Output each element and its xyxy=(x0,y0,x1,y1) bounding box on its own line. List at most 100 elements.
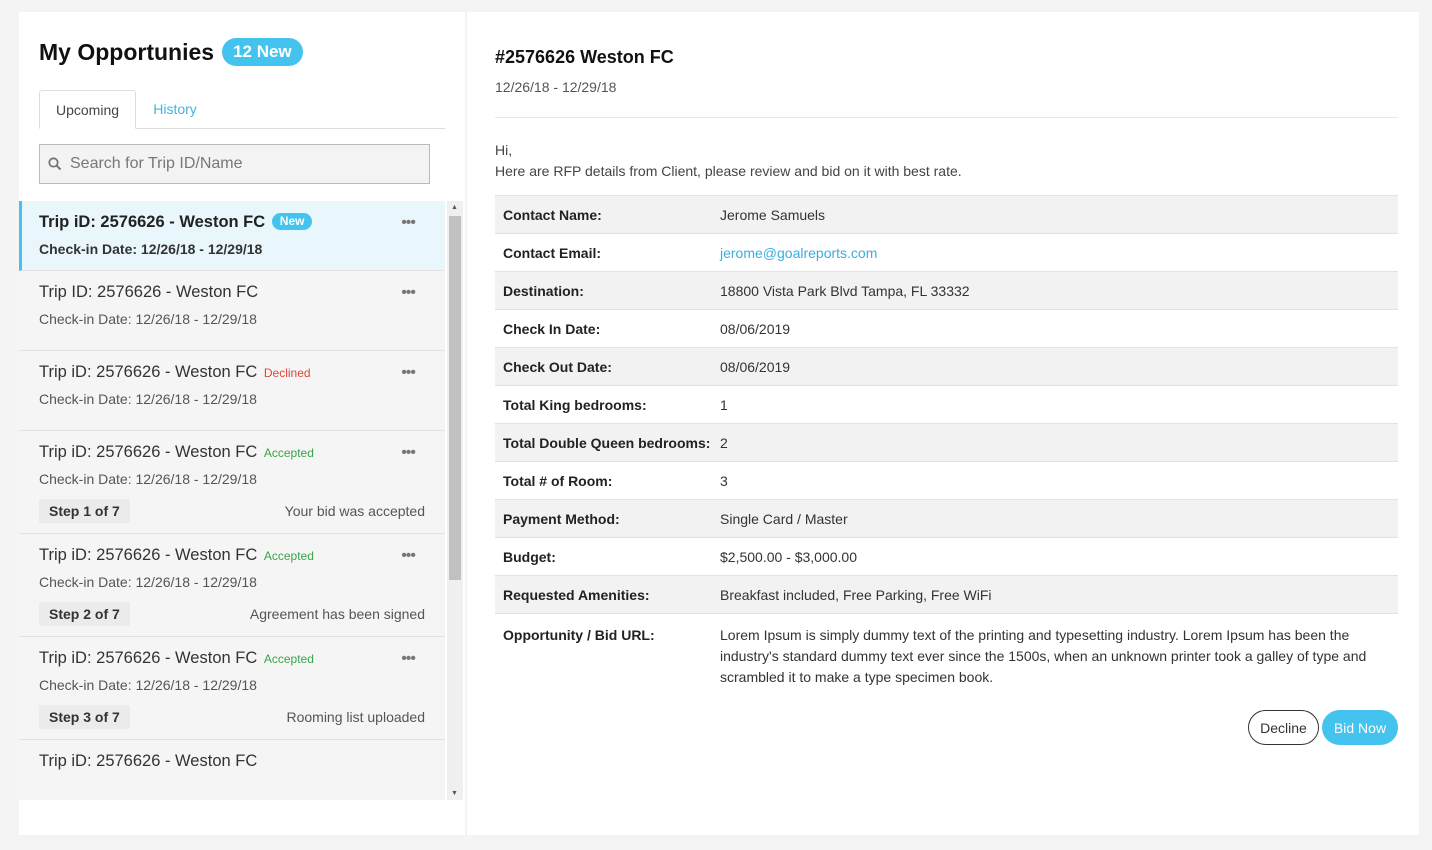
detail-dates: 12/26/18 - 12/29/18 xyxy=(495,79,617,95)
detail-value: 3 xyxy=(720,472,728,489)
detail-value: 2 xyxy=(720,434,728,451)
trip-list-item[interactable]: Trip iD: 2576626 - Weston FC Accepted Ch… xyxy=(19,431,445,534)
detail-row: Total # of Room: 3 xyxy=(495,461,1398,500)
contact-email-link[interactable]: jerome@goalreports.com xyxy=(720,245,877,261)
detail-row: Destination: 18800 Vista Park Blvd Tampa,… xyxy=(495,271,1398,310)
detail-row: Budget: $2,500.00 - $3,000.00 xyxy=(495,537,1398,576)
detail-key: Budget: xyxy=(503,548,556,565)
trip-list-item[interactable]: Trip iD: 2576626 - Weston FC xyxy=(19,740,445,800)
decline-button[interactable]: Decline xyxy=(1248,710,1319,745)
trip-list-item[interactable]: Trip iD: 2576626 - Weston FC New Check-i… xyxy=(19,201,445,271)
divider xyxy=(495,117,1398,118)
detail-value: Jerome Samuels xyxy=(720,206,826,223)
trip-date: Check-in Date: 12/26/18 - 12/29/18 xyxy=(39,471,257,487)
trip-date: Check-in Date: 12/26/18 - 12/29/18 xyxy=(39,574,257,590)
step-text: Rooming list uploaded xyxy=(286,709,425,725)
scrollbar-thumb[interactable] xyxy=(449,216,461,580)
detail-key: Check Out Date: xyxy=(503,358,612,375)
bid-now-button[interactable]: Bid Now xyxy=(1322,710,1398,745)
detail-key: Destination: xyxy=(503,282,584,299)
trip-date: Check-in Date: 12/26/18 - 12/29/18 xyxy=(39,391,257,407)
tab-history[interactable]: History xyxy=(136,90,214,129)
status-label: Declined xyxy=(263,366,311,380)
more-options-icon[interactable]: ••• xyxy=(401,215,416,231)
detail-title: #2576626 Weston FC xyxy=(495,47,674,67)
status-label: Accepted xyxy=(263,549,314,563)
trip-list-item[interactable]: Trip ID: 2576626 - Weston FC Check-in Da… xyxy=(19,271,445,351)
detail-value: 1 xyxy=(720,396,728,413)
step-badge: Step 3 of 7 xyxy=(39,705,130,729)
detail-value: 08/06/2019 xyxy=(720,358,791,375)
detail-row: Check In Date: 08/06/2019 xyxy=(495,309,1398,348)
detail-row: Total King bedrooms: 1 xyxy=(495,385,1398,424)
more-options-icon[interactable]: ••• xyxy=(401,651,416,667)
search-box xyxy=(39,144,430,184)
detail-row: Check Out Date: 08/06/2019 xyxy=(495,347,1398,386)
scroll-up-icon[interactable]: ▲ xyxy=(451,204,458,211)
detail-panel: #2576626 Weston FC 12/26/18 - 12/29/18 H… xyxy=(467,12,1419,835)
trip-date: Check-in Date: 12/26/18 - 12/29/18 xyxy=(39,241,263,257)
trip-title: Trip iD: 2576626 - Weston FC xyxy=(39,363,258,381)
detail-key: Opportunity / Bid URL: xyxy=(503,627,655,643)
detail-value: 08/06/2019 xyxy=(720,320,791,337)
tab-bar: Upcoming History xyxy=(39,90,445,129)
page-title: My Opportunies xyxy=(39,38,215,65)
trip-date: Check-in Date: 12/26/18 - 12/29/18 xyxy=(39,677,257,693)
trip-title: Trip iD: 2576626 - Weston FC xyxy=(39,649,258,667)
detail-value: Breakfast included, Free Parking, Free W… xyxy=(720,586,992,603)
detail-value: Lorem Ipsum is simply dummy text of the … xyxy=(720,627,1367,685)
detail-key: Requested Amenities: xyxy=(503,586,650,603)
detail-key: Check In Date: xyxy=(503,320,601,337)
intro-text: Here are RFP details from Client, please… xyxy=(495,163,962,179)
trip-title: Trip iD: 2576626 - Weston FC xyxy=(39,752,258,770)
title-row: My Opportunies 12 New xyxy=(39,38,303,66)
more-options-icon[interactable]: ••• xyxy=(401,365,416,381)
trip-title: Trip iD: 2576626 - Weston FC xyxy=(39,546,258,564)
detail-value: 18800 Vista Park Blvd Tampa, FL 33332 xyxy=(720,282,970,299)
trip-title: Trip iD: 2576626 - Weston FC xyxy=(39,443,258,461)
step-row: Step 2 of 7 Agreement has been signed xyxy=(39,602,425,626)
detail-row: Total Double Queen bedrooms: 2 xyxy=(495,423,1398,462)
detail-key: Total Double Queen bedrooms: xyxy=(503,434,711,451)
opportunities-panel: My Opportunies 12 New Upcoming History T… xyxy=(19,12,465,835)
detail-row: Opportunity / Bid URL: Lorem Ipsum is sim… xyxy=(495,613,1398,690)
status-label: Accepted xyxy=(263,446,314,460)
rfp-details-table: Contact Name: Jerome Samuels Contact Emai… xyxy=(495,195,1398,690)
detail-key: Payment Method: xyxy=(503,510,620,527)
trip-list-item[interactable]: Trip iD: 2576626 - Weston FC Declined Ch… xyxy=(19,351,445,431)
more-options-icon[interactable]: ••• xyxy=(401,285,416,301)
scroll-down-icon[interactable]: ▼ xyxy=(451,790,458,797)
detail-value: $2,500.00 - $3,000.00 xyxy=(720,548,858,565)
trip-list: Trip iD: 2576626 - Weston FC New Check-i… xyxy=(19,201,445,800)
step-text: Your bid was accepted xyxy=(284,503,425,519)
trip-list-item[interactable]: Trip iD: 2576626 - Weston FC Accepted Ch… xyxy=(19,637,445,740)
greeting-text: Hi, xyxy=(495,142,513,158)
trip-title: Trip ID: 2576626 - Weston FC xyxy=(39,283,259,301)
detail-key: Total King bedrooms: xyxy=(503,396,647,413)
search-icon xyxy=(40,157,70,171)
more-options-icon[interactable]: ••• xyxy=(401,445,416,461)
step-row: Step 3 of 7 Rooming list uploaded xyxy=(39,705,425,729)
new-count-badge: 12 New xyxy=(222,38,303,66)
trip-list-item[interactable]: Trip iD: 2576626 - Weston FC Accepted Ch… xyxy=(19,534,445,637)
detail-key: Contact Email: xyxy=(503,244,602,261)
step-text: Agreement has been signed xyxy=(249,606,425,622)
detail-row: Contact Name: Jerome Samuels xyxy=(495,195,1398,234)
detail-row: Contact Email: jerome@goalreports.com xyxy=(495,233,1398,272)
detail-key: Total # of Room: xyxy=(503,472,613,489)
status-badge: New xyxy=(271,213,313,230)
trip-title: Trip iD: 2576626 - Weston FC xyxy=(39,213,266,231)
more-options-icon[interactable]: ••• xyxy=(401,548,416,564)
trip-date: Check-in Date: 12/26/18 - 12/29/18 xyxy=(39,311,257,327)
status-label: Accepted xyxy=(263,652,314,666)
detail-key: Contact Name: xyxy=(503,206,602,223)
detail-row: Payment Method: Single Card / Master xyxy=(495,499,1398,538)
greeting-block: Hi, Here are RFP details from Client, pl… xyxy=(495,140,962,182)
step-badge: Step 1 of 7 xyxy=(39,499,130,523)
list-scrollbar[interactable]: ▲ ▼ xyxy=(447,201,463,800)
tab-upcoming[interactable]: Upcoming xyxy=(39,90,136,129)
step-row: Step 1 of 7 Your bid was accepted xyxy=(39,499,425,523)
detail-value: Single Card / Master xyxy=(720,510,848,527)
step-badge: Step 2 of 7 xyxy=(39,602,130,626)
search-input[interactable] xyxy=(70,155,420,173)
